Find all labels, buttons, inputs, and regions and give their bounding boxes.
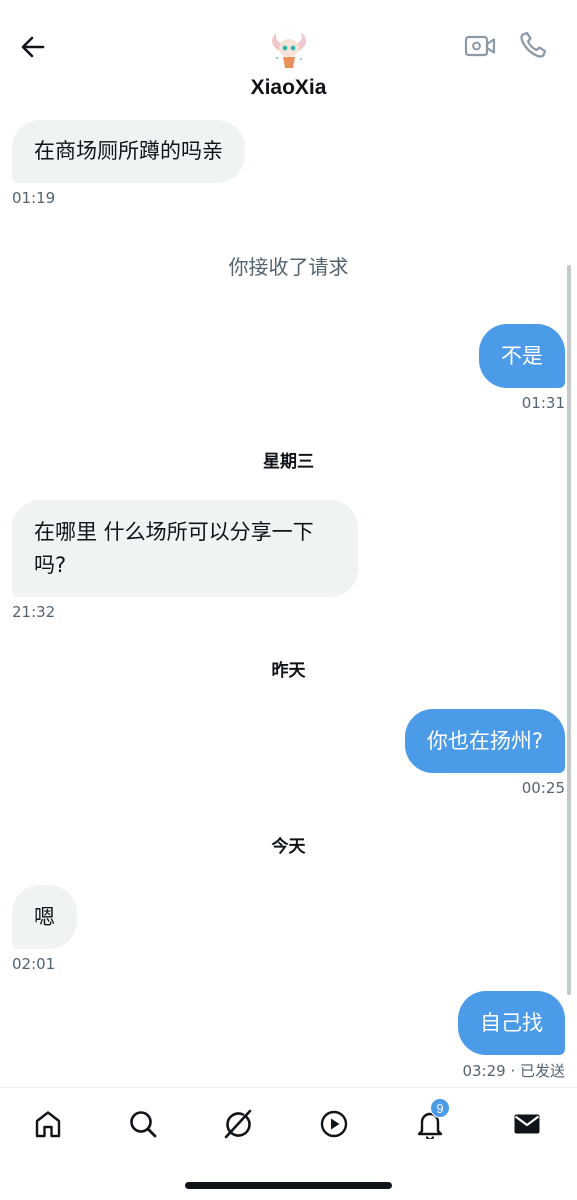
message-timestamp: 21:32 bbox=[12, 603, 56, 621]
dm-conversation-screen: XiaoXia 在商场厕所蹲的吗亲 01:19 你接收了请求 不是 01:31 … bbox=[0, 0, 577, 1200]
message-bubble-outgoing[interactable]: 你也在扬州? bbox=[404, 709, 565, 773]
message-bubble-incoming[interactable]: 在商场厕所蹲的吗亲 bbox=[12, 120, 245, 183]
message-timestamp: 01:19 bbox=[12, 189, 56, 207]
video-camera-icon bbox=[464, 35, 496, 57]
nav-video-button[interactable] bbox=[312, 1102, 356, 1146]
message-text: 不是 bbox=[501, 343, 543, 368]
system-message: 你接收了请求 bbox=[228, 255, 349, 279]
date-divider: 今天 bbox=[271, 837, 306, 857]
message-text: 你也在扬州? bbox=[426, 728, 543, 753]
home-indicator[interactable] bbox=[185, 1182, 392, 1189]
grok-icon bbox=[224, 1109, 252, 1139]
date-divider: 星期三 bbox=[263, 452, 314, 472]
scrollbar[interactable] bbox=[567, 265, 571, 995]
arrow-left-icon bbox=[21, 36, 45, 58]
nav-search-button[interactable] bbox=[121, 1102, 165, 1146]
voice-call-button[interactable] bbox=[516, 28, 550, 62]
message-bubble-outgoing[interactable]: 不是 bbox=[479, 324, 565, 388]
message-timestamp: 03:29 · 已发送 bbox=[462, 1062, 565, 1080]
message-timestamp: 01:31 bbox=[521, 394, 565, 412]
phone-icon bbox=[520, 31, 547, 58]
video-call-button[interactable] bbox=[462, 30, 498, 62]
nav-grok-button[interactable] bbox=[216, 1102, 260, 1146]
search-icon bbox=[130, 1111, 157, 1138]
contact-name[interactable]: XiaoXia bbox=[0, 76, 577, 100]
message-text: 在商场厕所蹲的吗亲 bbox=[34, 139, 223, 163]
message-text: 自己找 bbox=[480, 1010, 543, 1035]
notification-count-badge: 9 bbox=[430, 1098, 450, 1118]
home-icon bbox=[35, 1111, 61, 1138]
mail-icon bbox=[514, 1114, 540, 1134]
nav-home-button[interactable] bbox=[26, 1102, 70, 1146]
message-text: 嗯 bbox=[34, 904, 55, 929]
message-bubble-incoming[interactable]: 嗯 bbox=[12, 885, 77, 949]
date-divider: 昨天 bbox=[271, 661, 306, 681]
conversation-header: XiaoXia bbox=[0, 0, 577, 112]
message-timestamp: 00:25 bbox=[521, 779, 565, 797]
play-icon bbox=[320, 1110, 348, 1138]
message-timestamp: 02:01 bbox=[12, 955, 56, 973]
avatar[interactable] bbox=[266, 24, 312, 70]
nav-messages-button[interactable] bbox=[505, 1102, 549, 1146]
message-text: 在哪里 什么场所可以分享一下 吗? bbox=[34, 520, 314, 577]
nav-notifications-button[interactable]: 9 bbox=[408, 1098, 452, 1146]
message-bubble-outgoing[interactable]: 自己找 bbox=[458, 991, 565, 1055]
back-button[interactable] bbox=[16, 30, 50, 64]
message-bubble-incoming[interactable]: 在哪里 什么场所可以分享一下 吗? bbox=[12, 500, 358, 597]
